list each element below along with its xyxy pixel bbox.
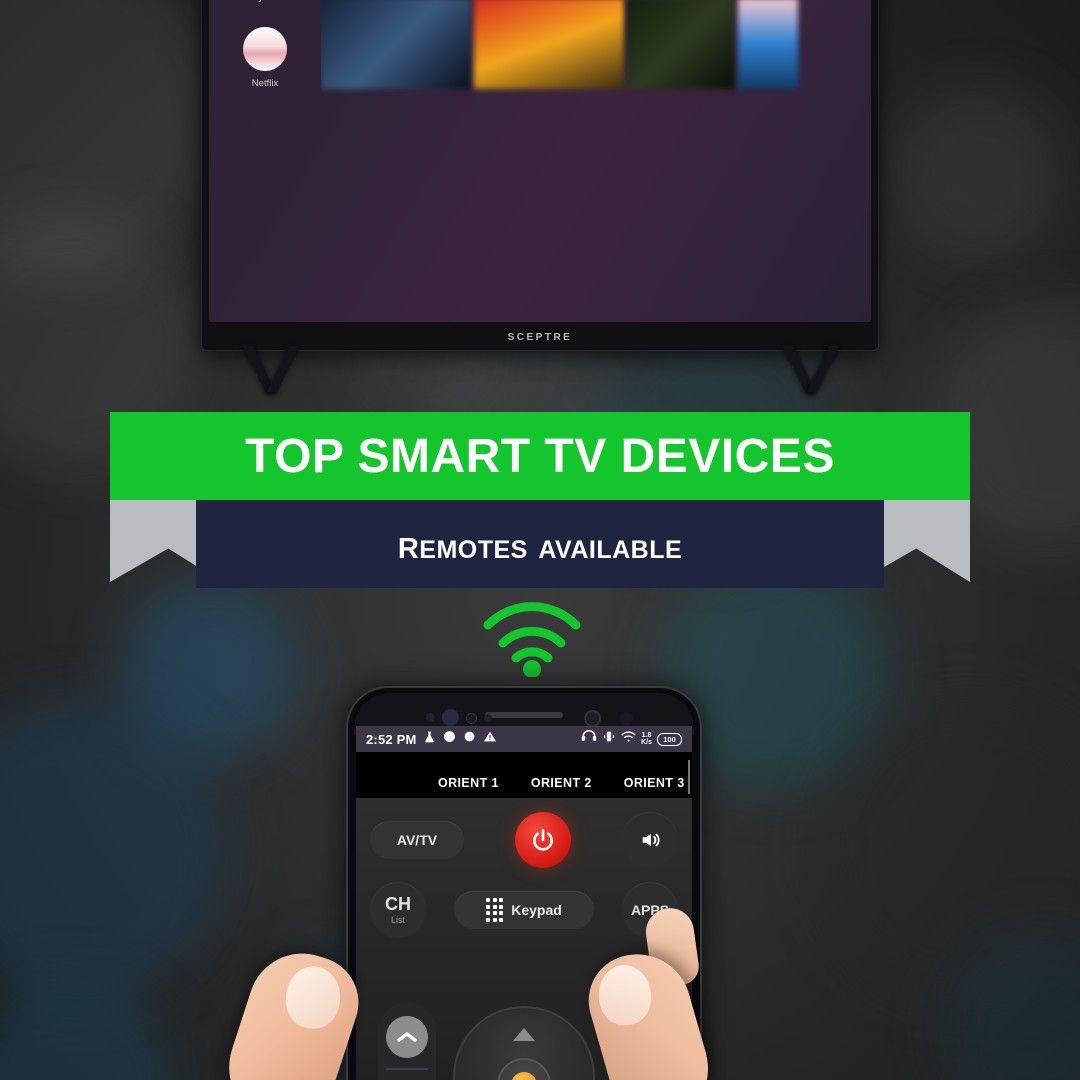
dpad-ok-button[interactable] (497, 1058, 551, 1080)
tv-brand-logo: SCEPTRE (507, 332, 573, 343)
earpiece-speaker (485, 712, 563, 718)
banner-subtitle: Remotes Available (397, 520, 683, 567)
ch-sub-label: List (390, 915, 405, 925)
status-time: 2:52 PM (366, 731, 417, 747)
tv-content-thumbnail[interactable] (321, 0, 471, 89)
bokeh-circle (895, 85, 1070, 260)
sensor-dot (442, 709, 459, 726)
ch-list-button[interactable]: CH List (370, 882, 426, 938)
tv-content-row-2 (321, 0, 871, 89)
power-button[interactable] (515, 812, 571, 868)
tv-content-area (321, 0, 871, 322)
tv-sidebar-rail: Apps Play Next Netflix (209, 0, 321, 322)
clock-icon (443, 730, 456, 748)
battery-icon: 100 (657, 732, 682, 746)
tv-content-thumbnail[interactable] (627, 0, 735, 89)
orient-tab-bar: ORIENT 1ORIENT 2ORIENT 3ORIEN (356, 752, 692, 803)
status-left-icons (423, 730, 497, 749)
wifi-signal-icon (478, 585, 586, 678)
chevron-up-icon[interactable] (386, 1016, 428, 1058)
television: Search movies, TV, and more 12:45 (202, 0, 878, 392)
keypad-label: Keypad (511, 902, 562, 918)
data-rate-unit: K/s (641, 739, 652, 746)
battery-level: 100 (663, 734, 676, 744)
tab-scrollbar[interactable] (688, 760, 690, 794)
headphones-icon (581, 730, 597, 748)
front-camera (584, 710, 601, 727)
flask-icon (423, 730, 436, 749)
banner-title: TOP SMART TV DEVICES (245, 429, 835, 483)
warning-triangle-icon (483, 730, 497, 748)
av-tv-button[interactable]: AV/TV (370, 821, 464, 859)
thumbnail (283, 964, 343, 1031)
tab-orient-3[interactable]: ORIENT 3 (608, 776, 692, 798)
netflix-icon (243, 27, 287, 71)
tv-content-thumbnail[interactable] (474, 0, 624, 89)
sidebar-item-label: Play Next (245, 0, 286, 3)
tv-content-thumbnail[interactable] (738, 0, 798, 89)
tab-orient-1[interactable]: ORIENT 1 (422, 776, 515, 803)
sidebar-item-play-next[interactable]: Play Next (209, 0, 321, 3)
remote-row-top: AV/TV (356, 812, 692, 868)
thumbnail (596, 963, 653, 1027)
bokeh-circle (0, 980, 180, 1080)
phone-status-bar: 2:52 PM 1.8 K/s 100 (356, 726, 692, 752)
vibrate-icon (602, 730, 616, 748)
dpad-up-arrow-icon[interactable] (513, 1028, 535, 1041)
data-rate-indicator: 1.8 K/s (641, 732, 652, 747)
sensor-dot (426, 713, 435, 722)
tv-screen: Search movies, TV, and more 12:45 (209, 0, 871, 322)
sensor-dot (466, 713, 477, 724)
sidebar-item-netflix[interactable]: Netflix (209, 27, 321, 89)
tab-orient-2[interactable]: ORIENT 2 (515, 776, 608, 798)
keypad-button[interactable]: Keypad (454, 891, 594, 929)
title-banner: TOP SMART TV DEVICES (110, 412, 970, 500)
tv-home-body: Apps Play Next Netflix (209, 0, 871, 322)
ch-label: CH (385, 894, 411, 914)
data-rate-value: 1.8 (641, 731, 652, 739)
sensor-dot (620, 712, 633, 725)
sidebar-item-label: Netflix (251, 78, 279, 89)
status-right-icons: 1.8 K/s 100 (581, 730, 682, 748)
volume-button[interactable] (622, 812, 678, 868)
wifi-icon (621, 730, 636, 748)
remote-row-middle: CH List Keypad APPS (356, 882, 692, 938)
dpad[interactable] (453, 1006, 595, 1080)
chevron-up-button-holder (378, 1002, 436, 1080)
keypad-grid-icon (486, 898, 504, 922)
divider (386, 1068, 428, 1070)
circle-icon (463, 730, 476, 748)
subtitle-banner: Remotes Available (196, 500, 884, 588)
sensor-dot (484, 714, 492, 722)
